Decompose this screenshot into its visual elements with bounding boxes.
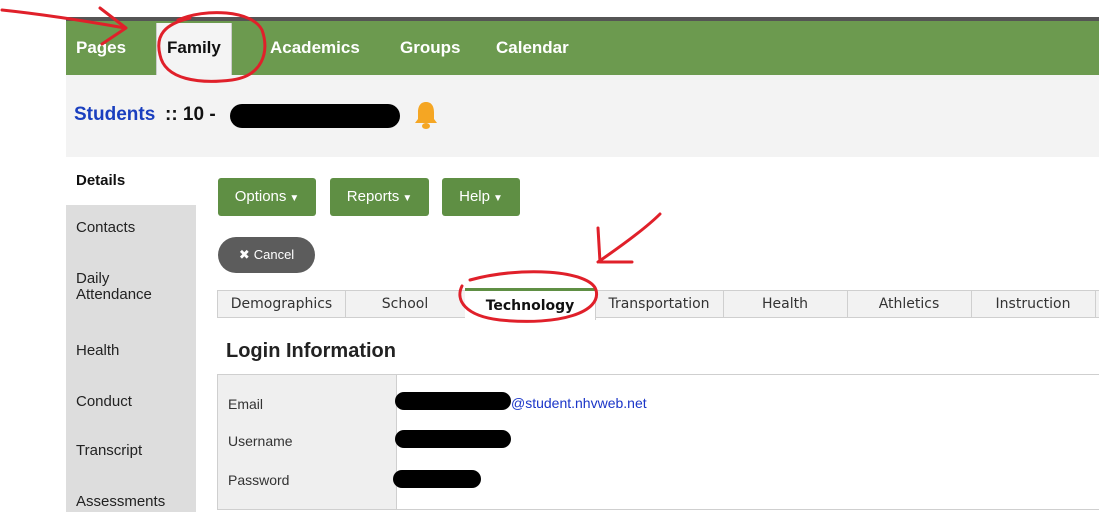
sidebar-item-daily-label: Daily bbox=[76, 270, 110, 287]
page-header bbox=[66, 75, 1099, 157]
options-button[interactable]: Options ▼ bbox=[218, 178, 316, 216]
breadcrumb-students-link[interactable]: Students bbox=[74, 104, 155, 126]
caret-down-icon: ▼ bbox=[402, 193, 413, 204]
detail-tabs: Demographics School Technology Transport… bbox=[217, 288, 1099, 320]
redaction-student-name bbox=[230, 104, 400, 128]
bell-icon[interactable] bbox=[413, 100, 439, 130]
redaction-username bbox=[395, 430, 511, 448]
reports-button-label: Reports bbox=[346, 188, 400, 205]
tab-demographics[interactable]: Demographics bbox=[218, 291, 346, 317]
tab-transportation[interactable]: Transportation bbox=[595, 291, 724, 317]
tab-instruction[interactable]: Instruction bbox=[971, 291, 1096, 317]
sidebar-item-daily-attendance[interactable]: Daily Attendance bbox=[66, 271, 196, 303]
login-info-table: Email Username Password bbox=[217, 374, 1099, 510]
reports-button[interactable]: Reports ▼ bbox=[330, 178, 429, 216]
redaction-email-user bbox=[395, 392, 511, 410]
breadcrumb-student-id: :: 10 - bbox=[165, 104, 216, 125]
tab-school[interactable]: School bbox=[345, 291, 466, 317]
nav-item-calendar[interactable]: Calendar bbox=[496, 21, 569, 75]
help-button-label: Help bbox=[459, 188, 490, 205]
sidebar-item-assessments[interactable]: Assessments bbox=[66, 493, 196, 510]
options-button-label: Options bbox=[234, 188, 287, 205]
nav-item-family[interactable]: Family bbox=[156, 23, 232, 75]
tab-health[interactable]: Health bbox=[723, 291, 848, 317]
password-label: Password bbox=[228, 472, 290, 488]
sidebar-item-contacts[interactable]: Contacts bbox=[66, 219, 196, 236]
cancel-button[interactable]: ✖ Cancel bbox=[218, 237, 315, 273]
tab-technology[interactable]: Technology bbox=[465, 288, 596, 320]
cancel-button-label: Cancel bbox=[253, 247, 295, 262]
left-sidebar: Details Contacts Daily Attendance Health… bbox=[66, 157, 197, 512]
main-navbar: Pages Family Academics Groups Calendar bbox=[66, 21, 1099, 75]
caret-down-icon: ▼ bbox=[492, 193, 503, 204]
sidebar-item-details[interactable]: Details bbox=[66, 157, 196, 205]
email-domain-link[interactable]: @student.nhvweb.net bbox=[511, 395, 647, 411]
redaction-password bbox=[393, 470, 481, 488]
help-button[interactable]: Help ▼ bbox=[442, 178, 520, 216]
sidebar-item-attendance-label: Attendance bbox=[76, 286, 152, 303]
tab-athletics[interactable]: Athletics bbox=[847, 291, 972, 317]
sidebar-item-health[interactable]: Health bbox=[66, 342, 196, 359]
nav-item-academics[interactable]: Academics bbox=[270, 21, 360, 75]
sidebar-item-transcript[interactable]: Transcript bbox=[66, 442, 196, 459]
username-label: Username bbox=[228, 433, 293, 449]
sidebar-item-conduct[interactable]: Conduct bbox=[66, 393, 196, 410]
caret-down-icon: ▼ bbox=[289, 193, 300, 204]
nav-item-groups[interactable]: Groups bbox=[400, 21, 460, 75]
close-icon: ✖ bbox=[238, 247, 250, 262]
login-info-labels: Email Username Password bbox=[218, 375, 397, 509]
email-label: Email bbox=[228, 396, 264, 412]
nav-item-pages[interactable]: Pages bbox=[76, 21, 126, 75]
login-information-title: Login Information bbox=[226, 340, 396, 362]
